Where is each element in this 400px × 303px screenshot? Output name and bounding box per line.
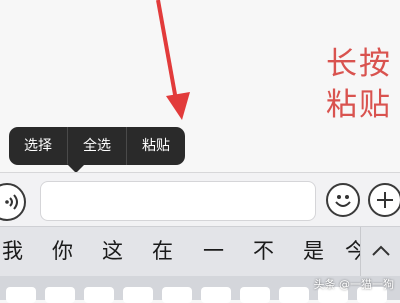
- expand-candidates-button[interactable]: [360, 227, 400, 276]
- candidate-word[interactable]: 一: [203, 238, 224, 264]
- menu-item-select[interactable]: 选择: [9, 127, 67, 165]
- input-bar: [0, 172, 400, 226]
- menu-item-select-all[interactable]: 全选: [67, 127, 126, 165]
- context-menu: 选择 全选 粘贴: [9, 127, 185, 173]
- candidate-word[interactable]: 你: [52, 238, 73, 264]
- keyboard-key[interactable]: [162, 287, 192, 303]
- keyboard-key[interactable]: [6, 287, 36, 303]
- keyboard-key[interactable]: [45, 287, 75, 303]
- annotation-line-2: 粘贴: [326, 87, 392, 123]
- annotation-line-1: 长按: [326, 46, 392, 82]
- emoji-icon: [335, 195, 351, 207]
- candidate-word[interactable]: 这: [102, 238, 123, 264]
- keyboard-key[interactable]: [123, 287, 153, 303]
- keyboard-key[interactable]: [84, 287, 114, 303]
- plus-button[interactable]: [368, 183, 400, 217]
- keyboard-key[interactable]: [279, 287, 309, 303]
- plus-icon: [377, 192, 393, 208]
- chevron-up-icon: [372, 245, 390, 256]
- watermark: 头条 @一猫一狗: [313, 278, 395, 291]
- candidate-word[interactable]: 在: [152, 238, 173, 264]
- candidate-word[interactable]: 是: [303, 238, 324, 264]
- keyboard-key[interactable]: [201, 287, 231, 303]
- candidate-bar: 我 你 这 在 一 不 是 今: [0, 226, 400, 276]
- keyboard-key[interactable]: [240, 287, 270, 303]
- emoji-button[interactable]: [326, 183, 360, 217]
- voice-icon: [5, 194, 18, 210]
- voice-button[interactable]: [0, 183, 26, 221]
- message-input[interactable]: [40, 181, 316, 221]
- menu-item-paste[interactable]: 粘贴: [126, 127, 185, 165]
- candidate-word[interactable]: 不: [253, 238, 274, 264]
- long-press-paste-annotation: 长按 粘贴: [326, 44, 392, 126]
- candidate-word[interactable]: 我: [2, 238, 23, 264]
